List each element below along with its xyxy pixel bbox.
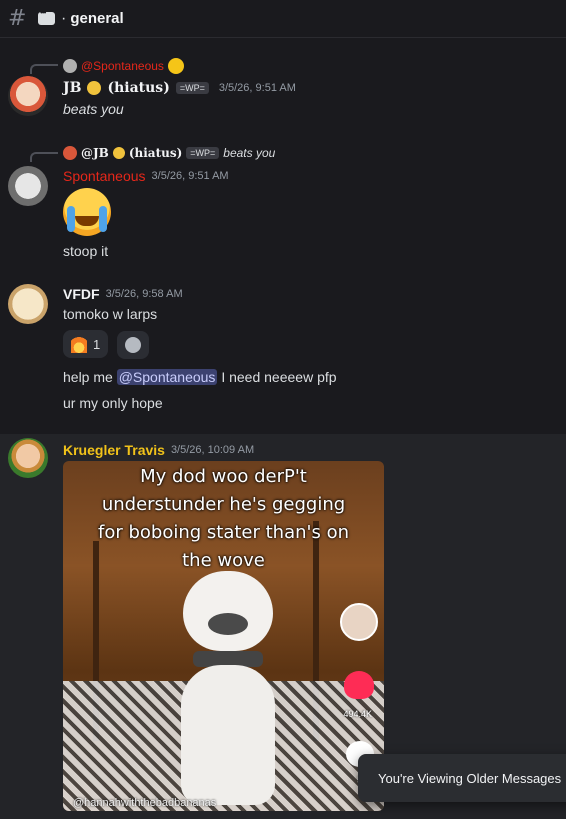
avatar-kruegler[interactable]	[8, 438, 48, 478]
message-text: stoop it	[63, 243, 109, 259]
avatar-spontaneous[interactable]	[8, 166, 48, 206]
image-caption: My dod woo derP't understunder he's gegg…	[98, 466, 349, 571]
reaction-count: 1	[93, 336, 101, 352]
avatar-jb[interactable]	[8, 76, 48, 116]
reply-author[interactable]: @Spontaneous	[81, 59, 164, 73]
timestamp[interactable]: 3/5/26, 9:51 AM	[152, 170, 229, 182]
reply-connector	[30, 64, 58, 74]
message-text: beats you	[63, 101, 124, 117]
fire-emoji-icon	[71, 335, 87, 353]
profile-icon[interactable]	[340, 603, 378, 641]
message-vfdf: VFDF 3/5/26, 9:58 AM tomoko w larps 1 he…	[0, 284, 566, 424]
reply-avatar	[63, 59, 77, 73]
message-text: tomoko w larps	[63, 306, 158, 322]
attached-image[interactable]: My dod woo derP't understunder he's gegg…	[63, 461, 384, 811]
avatar-vfdf[interactable]	[8, 284, 48, 324]
dog-figure	[173, 571, 283, 811]
timestamp[interactable]: 3/5/26, 9:51 AM	[219, 82, 296, 94]
text-before-mention: help me	[63, 369, 117, 385]
add-reaction-button[interactable]	[116, 331, 149, 359]
author-name[interactable]: Kruegler Travis	[63, 442, 165, 458]
channel-header: # · general	[0, 0, 566, 38]
user-mention[interactable]: @Spontaneous	[116, 369, 218, 385]
reply-connector	[30, 152, 58, 162]
chat-bubble-icon	[38, 8, 55, 25]
reply-preview[interactable]: @JB (hiatus) =WP= beats you	[63, 146, 275, 160]
channel-hash-icon: #	[8, 6, 27, 31]
older-messages-toast[interactable]: You're Viewing Older Messages	[358, 754, 566, 802]
brain-emoji-icon	[112, 147, 125, 159]
reply-author[interactable]: @JB	[81, 146, 109, 160]
heart-icon[interactable]	[344, 671, 374, 699]
author-name[interactable]: Spontaneous	[63, 168, 146, 184]
message-jb: @Spontaneous JB (hiatus) =WP= 3/5/26, 9:…	[0, 52, 566, 124]
reply-avatar	[63, 146, 77, 160]
reply-preview[interactable]: @Spontaneous	[63, 58, 184, 74]
brain-emoji-icon	[87, 81, 102, 95]
reply-text: beats you	[223, 146, 276, 160]
author-name[interactable]: JB	[63, 80, 81, 96]
header-separator: ·	[61, 9, 67, 27]
message-text-3: ur my only hope	[63, 395, 163, 411]
reply-role-tag: =WP=	[186, 147, 220, 159]
text-after-mention: I need neeeew pfp	[217, 369, 337, 385]
crying-face-emoji	[63, 188, 111, 236]
smiley-icon	[124, 337, 141, 353]
timestamp[interactable]: 3/5/26, 9:58 AM	[106, 288, 183, 300]
image-watermark: @hannahwiththebadbananas	[73, 797, 217, 809]
role-tag[interactable]: =WP=	[175, 82, 209, 94]
author-name[interactable]: VFDF	[63, 286, 100, 302]
likes-count: 494.4K	[343, 709, 372, 719]
reply-author-suffix: (hiatus)	[128, 146, 183, 160]
author-suffix: (hiatus)	[107, 80, 170, 96]
emoji-icon	[167, 58, 184, 74]
reaction-fire[interactable]: 1	[63, 330, 109, 358]
timestamp[interactable]: 3/5/26, 10:09 AM	[171, 444, 254, 456]
message-spontaneous: @JB (hiatus) =WP= beats you Spontaneous …	[0, 140, 566, 265]
message-text-2: help me @Spontaneous I need neeeew pfp	[63, 364, 566, 390]
channel-name[interactable]: general	[70, 10, 123, 27]
